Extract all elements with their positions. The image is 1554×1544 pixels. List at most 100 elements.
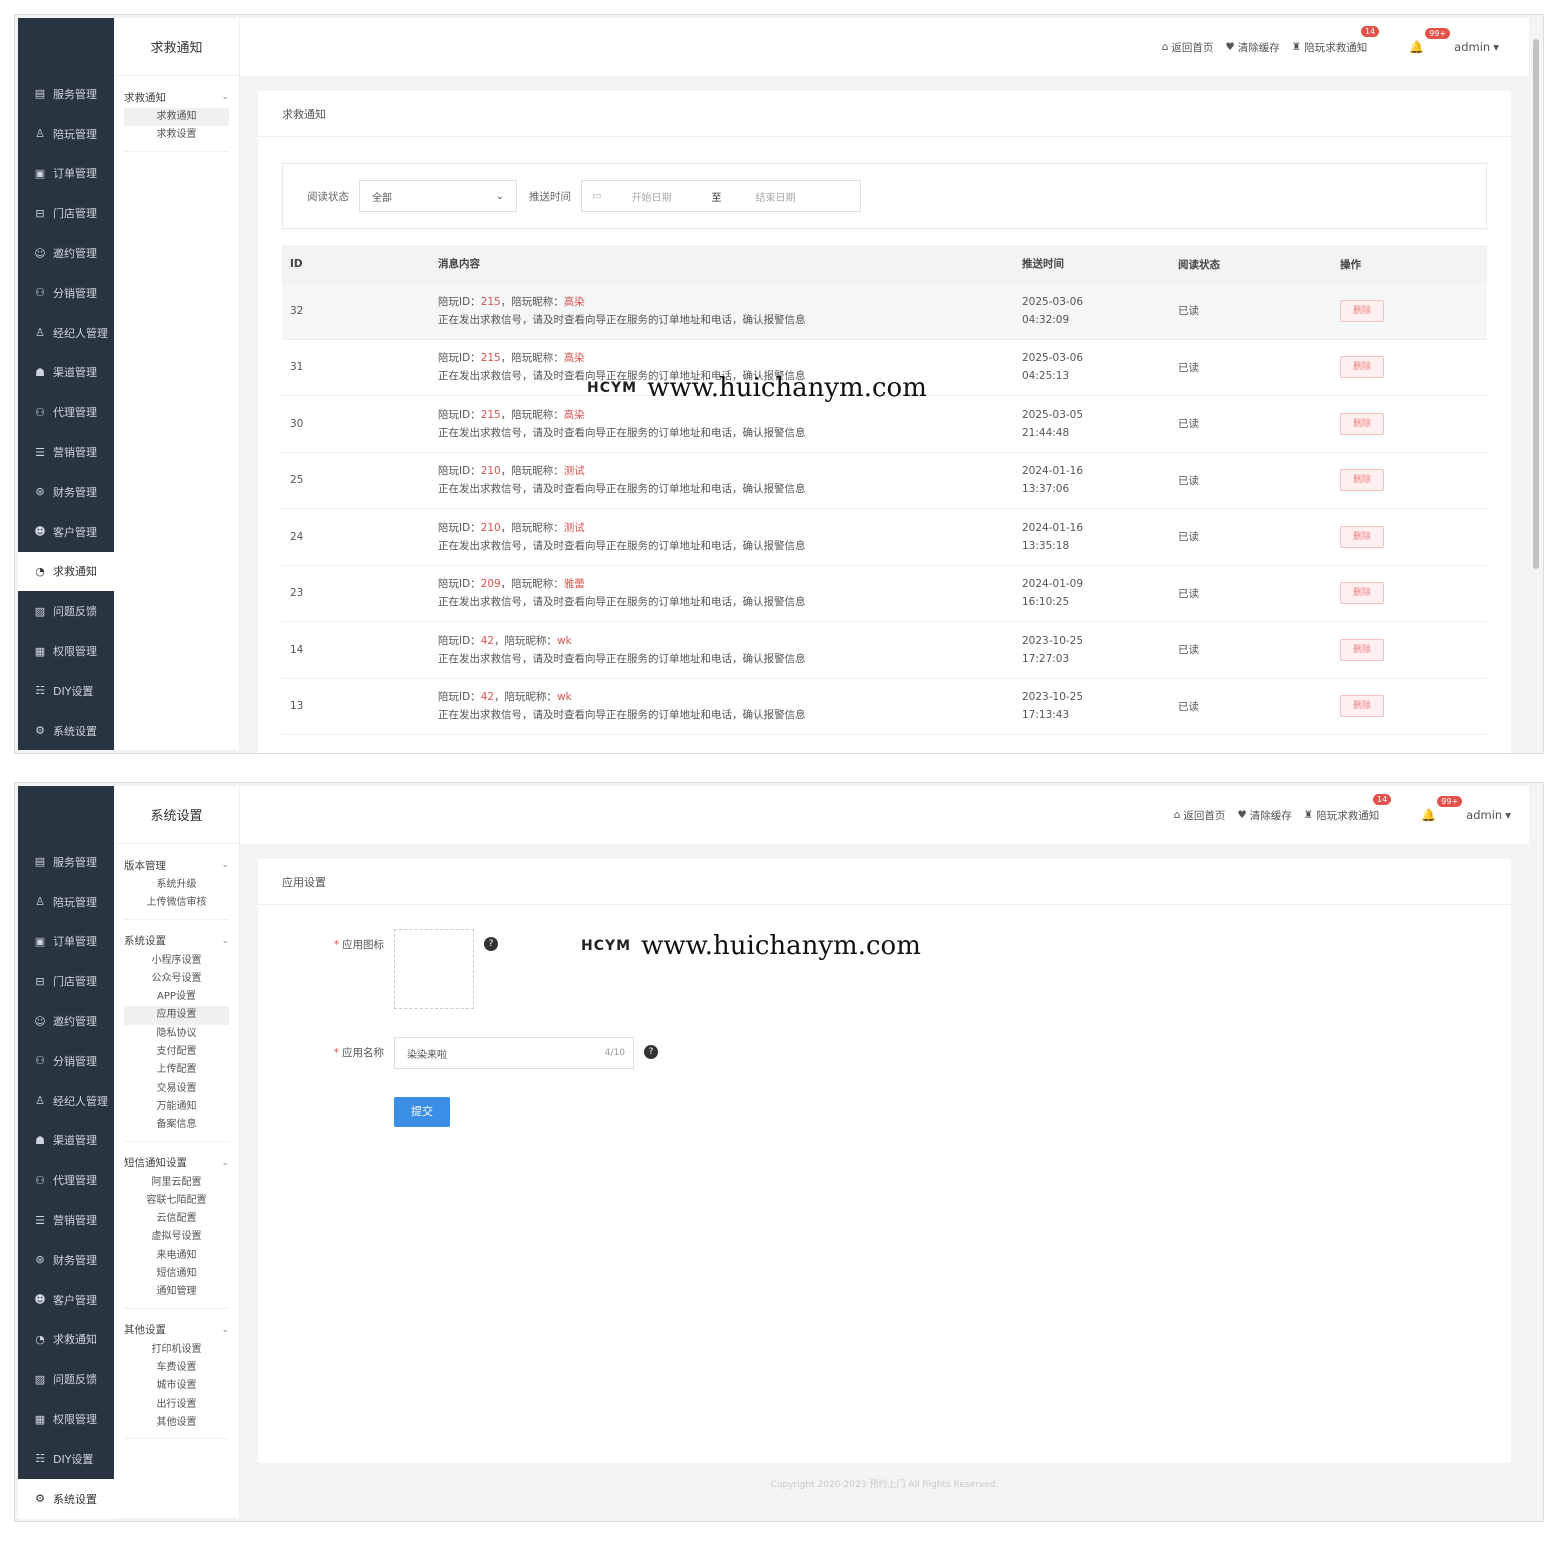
nav-item-invite[interactable]: ☺ 邀约管理 [18, 233, 114, 273]
sos-notice-link[interactable]: ♜ 陪玩求救通知 14 [1292, 25, 1380, 55]
status-select[interactable]: 全部 ⌄ [359, 180, 517, 212]
nav-item-permission[interactable]: ▦ 权限管理 [18, 631, 114, 671]
sos-notice-link[interactable]: ♜ 陪玩求救通知 14 [1304, 793, 1392, 823]
sub-item[interactable]: 上传微信审核 [124, 894, 229, 912]
sub-item[interactable]: 小程序设置 [124, 952, 229, 970]
nav-item-feedback[interactable]: ▨ 问题反馈 [18, 1359, 114, 1399]
companion-id: 210 [480, 465, 501, 478]
sub-item[interactable]: 其他设置 [124, 1414, 229, 1432]
bell-button[interactable]: 🔔 99+ [1421, 796, 1463, 822]
nav-item-customer[interactable]: ☻ 客户管理 [18, 1280, 114, 1320]
start-date-input[interactable]: 开始日期 [631, 189, 711, 204]
pid-label: 陪玩ID： [438, 408, 481, 421]
help-icon[interactable]: ? [484, 937, 498, 951]
nav-item-proxy[interactable]: ⚇ 代理管理 [18, 1160, 114, 1200]
user-menu[interactable]: admin ▾ [1454, 40, 1499, 54]
sub-item[interactable]: 容联七陌配置 [124, 1192, 229, 1210]
sub-item[interactable]: 出行设置 [124, 1396, 229, 1414]
sub-item[interactable]: 系统升级 [124, 876, 229, 894]
nav-item-agent[interactable]: ♙ 经纪人管理 [18, 1081, 114, 1121]
delete-button[interactable]: 删除 [1340, 469, 1384, 492]
nav-item-channel[interactable]: ☗ 渠道管理 [18, 353, 114, 393]
nav-item-diy[interactable]: ☵ DIY设置 [18, 671, 114, 711]
nav-item-service[interactable]: ▤ 服务管理 [18, 842, 114, 882]
nav-item-bell[interactable]: ◔ 求救通知 [18, 551, 114, 592]
sub-item[interactable]: 备案信息 [124, 1116, 229, 1134]
nav-item-order[interactable]: ▣ 订单管理 [18, 922, 114, 962]
nav-item-distribution[interactable]: ⚇ 分销管理 [18, 273, 114, 313]
sub-item-sos-settings[interactable]: 求救设置 [124, 126, 229, 144]
message-text: 正在发出求救信号，请及时查看向导正在服务的订单地址和电话，确认报警信息 [438, 652, 806, 665]
sub-item[interactable]: 应用设置 [124, 1006, 229, 1025]
clear-cache-link[interactable]: ♥ 清除缓存 [1225, 40, 1279, 55]
nav-item-finance[interactable]: ⊛ 财务管理 [18, 1240, 114, 1280]
date-range-picker[interactable]: ▭ 开始日期 至 结束日期 [581, 180, 861, 212]
push-date: 2024-01-09 [1022, 578, 1084, 591]
nav-item-permission[interactable]: ▦ 权限管理 [18, 1399, 114, 1439]
companion-nickname: wk [557, 634, 572, 647]
delete-button[interactable]: 删除 [1340, 356, 1384, 379]
sub-item[interactable]: 虚拟号设置 [124, 1228, 229, 1246]
sub-item[interactable]: 打印机设置 [124, 1341, 229, 1359]
clear-cache-link[interactable]: ♥ 清除缓存 [1237, 808, 1291, 823]
nav-item-agent[interactable]: ♙ 经纪人管理 [18, 313, 114, 353]
nav-item-channel[interactable]: ☗ 渠道管理 [18, 1121, 114, 1161]
sub-group-head[interactable]: 短信通知设置 ⌄ [124, 1152, 229, 1174]
nav-item-marketing[interactable]: ☰ 营销管理 [18, 1200, 114, 1240]
user-menu[interactable]: admin ▾ [1466, 808, 1511, 822]
delete-button[interactable]: 删除 [1340, 299, 1384, 322]
sub-group-head[interactable]: 系统设置 ⌄ [124, 930, 229, 952]
sub-item[interactable]: 短信通知 [124, 1265, 229, 1283]
nav-item-settings[interactable]: ⚙ 系统设置 [18, 1478, 114, 1519]
sub-item[interactable]: 阿里云配置 [124, 1174, 229, 1192]
delete-button[interactable]: 删除 [1340, 638, 1384, 661]
sub-group-head[interactable]: 求救通知 ⌄ [124, 86, 229, 108]
nav-item-feedback[interactable]: ▨ 问题反馈 [18, 591, 114, 631]
sub-item[interactable]: 通知管理 [124, 1283, 229, 1301]
nav-item-companion[interactable]: ♙ 陪玩管理 [18, 114, 114, 154]
nav-item-order[interactable]: ▣ 订单管理 [18, 154, 114, 194]
app-name-input[interactable]: 染染来啦 4/10 [394, 1037, 634, 1069]
sub-item[interactable]: 车费设置 [124, 1359, 229, 1377]
bell-button[interactable]: 🔔 99+ [1409, 28, 1451, 54]
sub-item[interactable]: 上传配置 [124, 1061, 229, 1079]
sub-item[interactable]: 隐私协议 [124, 1025, 229, 1043]
nav-item-diy[interactable]: ☵ DIY设置 [18, 1439, 114, 1479]
sub-group-head[interactable]: 其他设置 ⌄ [124, 1319, 229, 1341]
sub-item[interactable]: 支付配置 [124, 1043, 229, 1061]
delete-button[interactable]: 删除 [1340, 582, 1384, 605]
sub-item[interactable]: 云信配置 [124, 1210, 229, 1228]
sub-item[interactable]: APP设置 [124, 988, 229, 1006]
nav-item-invite[interactable]: ☺ 邀约管理 [18, 1001, 114, 1041]
sub-item[interactable]: 公众号设置 [124, 970, 229, 988]
home-link[interactable]: ⌂ 返回首页 [1174, 808, 1226, 823]
end-date-input[interactable]: 结束日期 [755, 189, 835, 204]
home-link[interactable]: ⌂ 返回首页 [1162, 40, 1214, 55]
nav-item-marketing[interactable]: ☰ 营销管理 [18, 432, 114, 472]
sub-item[interactable]: 交易设置 [124, 1080, 229, 1098]
sub-item[interactable]: 万能通知 [124, 1098, 229, 1116]
nav-item-store[interactable]: ⊟ 门店管理 [18, 193, 114, 233]
nav-item-companion[interactable]: ♙ 陪玩管理 [18, 882, 114, 922]
delete-button[interactable]: 删除 [1340, 412, 1384, 435]
nav-item-proxy[interactable]: ⚇ 代理管理 [18, 392, 114, 432]
nav-item-customer[interactable]: ☻ 客户管理 [18, 512, 114, 552]
sub-group-head[interactable]: 版本管理 ⌄ [124, 854, 229, 876]
nav-item-finance[interactable]: ⊛ 财务管理 [18, 472, 114, 512]
sub-item-sos-notice[interactable]: 求救通知 [124, 108, 229, 127]
submit-button[interactable]: 提交 [394, 1097, 450, 1127]
page-scrollbar[interactable] [1533, 39, 1539, 569]
nav-item-bell[interactable]: ◔ 求救通知 [18, 1320, 114, 1360]
delete-button[interactable]: 删除 [1340, 525, 1384, 548]
sub-item[interactable]: 来电通知 [124, 1247, 229, 1265]
nav-item-store[interactable]: ⊟ 门店管理 [18, 961, 114, 1001]
service-icon: ▤ [34, 855, 46, 869]
help-icon[interactable]: ? [644, 1045, 658, 1059]
delete-button[interactable]: 删除 [1340, 695, 1384, 718]
sos-badge: 14 [1373, 793, 1392, 805]
nav-item-settings[interactable]: ⚙ 系统设置 [18, 711, 114, 751]
nav-item-service[interactable]: ▤ 服务管理 [18, 74, 114, 114]
nav-item-distribution[interactable]: ⚇ 分销管理 [18, 1041, 114, 1081]
sub-item[interactable]: 城市设置 [124, 1377, 229, 1395]
app-icon-uploader[interactable] [394, 929, 474, 1009]
